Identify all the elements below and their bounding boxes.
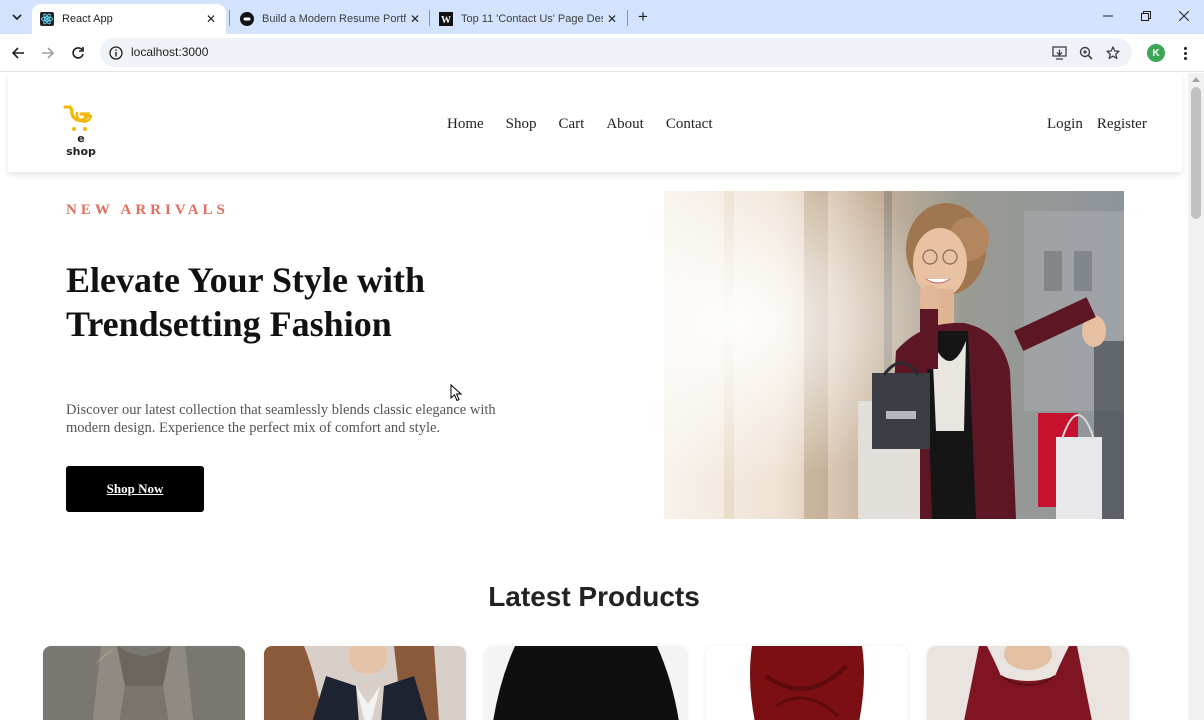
tab-divider — [229, 10, 230, 26]
reload-icon[interactable] — [67, 42, 89, 64]
tab-search-button[interactable] — [6, 6, 28, 28]
shopping-cart-logo-icon — [63, 105, 93, 131]
tab-resume-portfolio[interactable]: Build a Modern Resume Portfolio ✕ — [232, 4, 430, 34]
product-card[interactable] — [43, 646, 245, 720]
register-link[interactable]: Register — [1097, 116, 1147, 133]
url-text: localhost:3000 — [131, 45, 209, 59]
product-image — [485, 646, 687, 720]
product-image — [264, 646, 466, 720]
address-bar[interactable]: localhost:3000 — [100, 38, 1132, 67]
nav-about-link[interactable]: About — [606, 116, 644, 133]
product-image — [706, 646, 908, 720]
minimize-icon[interactable] — [1096, 5, 1120, 27]
back-icon[interactable] — [7, 42, 29, 64]
main-nav: Home Shop Cart About Contact — [447, 116, 713, 133]
product-image — [43, 646, 245, 720]
shop-now-button[interactable]: Shop Now — [66, 466, 204, 512]
tab-divider — [429, 10, 430, 26]
page-viewport: e shop Home Shop Cart About Contact Logi… — [0, 73, 1188, 720]
close-window-icon[interactable] — [1172, 5, 1196, 27]
auth-nav: Login Register — [1047, 116, 1147, 133]
install-app-icon[interactable] — [1051, 45, 1067, 61]
react-icon — [40, 12, 54, 26]
nav-home-link[interactable]: Home — [447, 116, 484, 133]
hero-description: Discover our latest collection that seam… — [66, 402, 496, 436]
new-tab-icon[interactable]: + — [633, 7, 653, 27]
logo-text: e shop — [66, 132, 96, 158]
tab-title: React App — [62, 13, 113, 25]
tab-react-app[interactable]: React App ✕ — [32, 4, 226, 34]
browser-menu-icon[interactable] — [1176, 43, 1194, 63]
page-scrollbar[interactable] — [1188, 73, 1204, 720]
hashnode-icon — [240, 12, 254, 26]
hero-eyebrow: NEW ARRIVALS — [66, 202, 229, 218]
browser-toolbar: localhost:3000 K — [0, 34, 1204, 72]
site-logo[interactable]: e shop — [61, 104, 101, 158]
latest-products-title: Latest Products — [488, 581, 700, 612]
close-icon[interactable]: ✕ — [603, 10, 621, 28]
product-card[interactable] — [927, 646, 1129, 720]
product-image — [927, 646, 1129, 720]
wix-icon: W — [439, 12, 453, 26]
site-header: e shop Home Shop Cart About Contact Logi… — [8, 73, 1182, 172]
mouse-cursor-icon — [450, 384, 463, 402]
tab-divider — [627, 10, 628, 26]
login-link[interactable]: Login — [1047, 116, 1083, 133]
bookmark-star-icon[interactable] — [1105, 45, 1121, 61]
profile-avatar[interactable]: K — [1147, 44, 1165, 62]
scrollbar-thumb[interactable] — [1191, 87, 1201, 219]
nav-cart-link[interactable]: Cart — [559, 116, 585, 133]
site-info-icon[interactable] — [108, 45, 123, 60]
scroll-up-icon[interactable] — [1192, 77, 1200, 82]
product-card[interactable] — [264, 646, 466, 720]
svg-text:W: W — [441, 15, 451, 26]
nav-contact-link[interactable]: Contact — [666, 116, 713, 133]
chevron-down-icon — [12, 14, 22, 20]
restore-icon[interactable] — [1134, 5, 1158, 27]
nav-shop-link[interactable]: Shop — [506, 116, 537, 133]
tab-title: Top 11 'Contact Us' Page Design — [461, 13, 603, 25]
hero-image — [664, 191, 1124, 519]
tab-title: Build a Modern Resume Portfolio — [262, 13, 406, 25]
browser-tab-strip: React App ✕ Build a Modern Resume Portfo… — [0, 0, 1204, 34]
product-card[interactable] — [485, 646, 687, 720]
product-card[interactable] — [706, 646, 908, 720]
zoom-icon[interactable] — [1078, 45, 1094, 61]
close-icon[interactable]: ✕ — [202, 10, 220, 28]
forward-icon[interactable] — [37, 42, 59, 64]
close-icon[interactable]: ✕ — [406, 10, 424, 28]
hero-title: Elevate Your Style with Trendsetting Fas… — [66, 260, 425, 344]
tab-contact-us-design[interactable]: W Top 11 'Contact Us' Page Design ✕ — [431, 4, 627, 34]
